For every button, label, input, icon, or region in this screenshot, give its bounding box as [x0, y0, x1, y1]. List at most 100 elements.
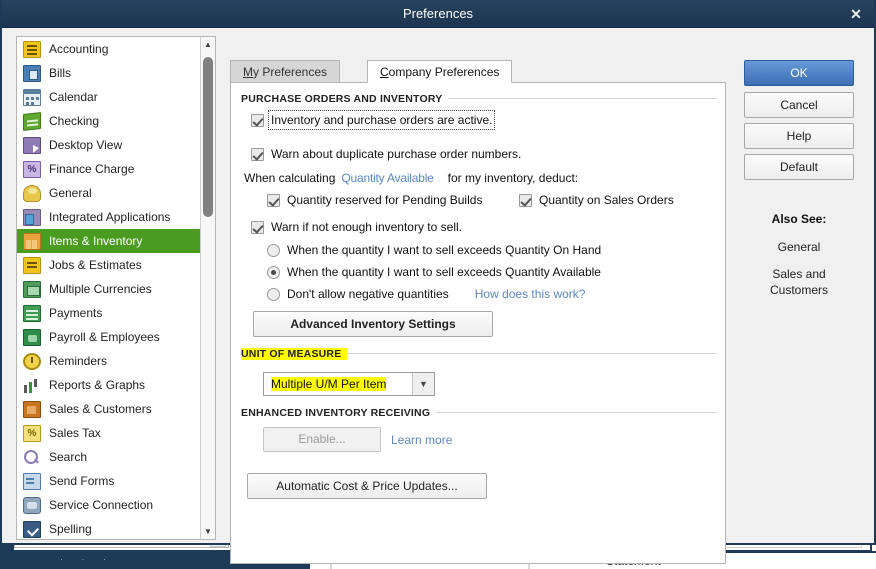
dialog-body: Accounting Bills Calendar Checking Desktop V… — [2, 28, 874, 564]
sidebar-item-sales-tax[interactable]: % Sales Tax — [17, 421, 201, 445]
desktop-view-icon — [23, 136, 41, 154]
triangle-down-icon[interactable]: ▼ — [201, 524, 215, 539]
sidebar-item-jobs-estimates[interactable]: Jobs & Estimates — [17, 253, 201, 277]
sidebar-item-label: Reminders — [49, 354, 108, 368]
deduct-sales-orders-label: Quantity on Sales Orders — [539, 193, 674, 207]
unit-of-measure-group-header: UNIT OF MEASURE — [241, 346, 717, 360]
sidebar-item-reminders[interactable]: Reminders — [17, 349, 201, 373]
tab-my-preferences[interactable]: My Preferences — [230, 60, 341, 83]
sidebar-item-integrated-applications[interactable]: Integrated Applications — [17, 205, 201, 229]
also-see-link-general[interactable]: General — [740, 240, 858, 254]
learn-more-link[interactable]: Learn more — [391, 433, 452, 447]
background-tab-dots: · · · — [60, 554, 114, 564]
unit-of-measure-group: UNIT OF MEASURE Multiple U/M Per Item ▼ — [241, 346, 717, 396]
warn-option-available-radio[interactable] — [267, 265, 280, 279]
inventory-active-checkbox[interactable] — [251, 113, 264, 127]
automatic-cost-price-updates-button[interactable]: Automatic Cost & Price Updates... — [247, 473, 487, 499]
sidebar-item-calendar[interactable]: Calendar — [17, 85, 201, 109]
sidebar-item-spelling[interactable]: Spelling — [17, 517, 201, 539]
sidebar-item-desktop-view[interactable]: Desktop View — [17, 133, 201, 157]
finance-charge-icon: % — [23, 160, 41, 178]
ok-button[interactable]: OK — [744, 60, 854, 86]
tab-company-preferences[interactable]: Company Preferences — [367, 60, 513, 83]
default-button[interactable]: Default — [744, 154, 854, 180]
sidebar-item-general[interactable]: General — [17, 181, 201, 205]
warn-duplicate-po-row[interactable]: Warn about duplicate purchase order numb… — [251, 147, 521, 161]
sidebar-item-payroll-employees[interactable]: Payroll & Employees — [17, 325, 201, 349]
help-button[interactable]: Help — [744, 123, 854, 149]
warn-option-on-hand-radio[interactable] — [267, 243, 280, 257]
warn-not-enough-label: Warn if not enough inventory to sell. — [271, 220, 462, 234]
sidebar-item-reports-graphs[interactable]: Reports & Graphs — [17, 373, 201, 397]
sidebar-item-label: Payments — [49, 306, 103, 320]
service-connection-icon — [23, 496, 41, 514]
dialog-title-bar: Preferences ✕ — [2, 0, 874, 28]
sidebar-item-label: Desktop View — [49, 138, 123, 152]
sales-customers-icon — [23, 400, 41, 418]
unit-of-measure-dropdown-value: Multiple U/M Per Item — [271, 377, 387, 391]
deduct-sales-orders-row[interactable]: Quantity on Sales Orders — [519, 193, 674, 207]
sidebar-item-service-connection[interactable]: Service Connection — [17, 493, 201, 517]
sidebar-item-send-forms[interactable]: Send Forms — [17, 469, 201, 493]
sidebar-item-label: Reports & Graphs — [49, 378, 146, 392]
sidebar-scrollbar-thumb[interactable] — [203, 57, 213, 217]
sidebar-item-label: Checking — [49, 114, 100, 128]
unit-of-measure-group-title: UNIT OF MEASURE — [241, 348, 348, 360]
warn-option-negative-label: Don't allow negative quantities — [287, 287, 449, 301]
advanced-inventory-settings-button[interactable]: Advanced Inventory Settings — [253, 311, 493, 337]
preferences-category-list[interactable]: Accounting Bills Calendar Checking Desktop V… — [16, 36, 216, 540]
enhanced-inventory-group-title: ENHANCED INVENTORY RECEIVING — [241, 407, 437, 419]
unit-of-measure-dropdown[interactable]: Multiple U/M Per Item ▼ — [263, 372, 435, 396]
sidebar-item-label: Send Forms — [49, 474, 115, 488]
sidebar-scrollbar[interactable]: ▲ ▼ — [200, 37, 215, 539]
warn-option-negative-row[interactable]: Don't allow negative quantities How does… — [267, 287, 585, 301]
quantity-available-link[interactable]: Quantity Available — [341, 171, 433, 185]
triangle-up-icon[interactable]: ▲ — [201, 37, 215, 52]
also-see-label: Also See: — [771, 212, 827, 226]
payroll-employees-icon — [23, 328, 41, 346]
inventory-active-row[interactable]: Inventory and purchase orders are active… — [251, 110, 496, 130]
warn-not-enough-row[interactable]: Warn if not enough inventory to sell. — [251, 220, 462, 234]
deduct-pending-builds-checkbox[interactable] — [267, 193, 280, 207]
deduct-pending-builds-label: Quantity reserved for Pending Builds — [287, 193, 483, 207]
purchase-orders-group: PURCHASE ORDERS AND INVENTORY — [241, 91, 717, 105]
accounting-icon — [23, 40, 41, 58]
send-forms-icon — [23, 472, 41, 490]
sidebar-item-search[interactable]: Search — [17, 445, 201, 469]
checking-icon — [23, 111, 41, 131]
close-icon[interactable]: ✕ — [844, 4, 868, 24]
deduct-sales-orders-checkbox[interactable] — [519, 193, 532, 207]
sidebar-item-label: Bills — [49, 66, 72, 80]
enable-button[interactable]: Enable... — [263, 427, 381, 452]
sidebar-item-finance-charge[interactable]: % Finance Charge — [17, 157, 201, 181]
sidebar-item-items-inventory[interactable]: Items & Inventory — [17, 229, 201, 253]
sidebar-item-label: Search — [49, 450, 88, 464]
warn-option-negative-radio[interactable] — [267, 287, 280, 301]
enhanced-inventory-group-header: ENHANCED INVENTORY RECEIVING — [241, 405, 717, 419]
warn-not-enough-checkbox[interactable] — [251, 220, 264, 234]
sidebar-item-label: Service Connection — [49, 498, 154, 512]
sidebar-item-sales-customers[interactable]: Sales & Customers — [17, 397, 201, 421]
sidebar-item-bills[interactable]: Bills — [17, 61, 201, 85]
sidebar-item-payments[interactable]: Payments — [17, 301, 201, 325]
cancel-button[interactable]: Cancel — [744, 92, 854, 118]
deduct-pending-builds-row[interactable]: Quantity reserved for Pending Builds — [267, 193, 482, 207]
tab-my-preferences-mnemonic: M — [243, 65, 253, 79]
chevron-down-icon[interactable]: ▼ — [412, 373, 434, 395]
sidebar-item-label: Sales Tax — [49, 426, 101, 440]
also-see-link-sales-and-customers[interactable]: Sales and Customers — [740, 266, 858, 298]
sidebar-item-label: Multiple Currencies — [49, 282, 152, 296]
search-icon — [23, 449, 41, 466]
warn-option-available-row[interactable]: When the quantity I want to sell exceeds… — [267, 265, 601, 279]
sidebar-items-container: Accounting Bills Calendar Checking Desktop V… — [17, 37, 201, 539]
when-calculating-suffix: for my inventory, deduct: — [447, 171, 579, 185]
how-does-this-work-link[interactable]: How does this work? — [475, 287, 586, 301]
sidebar-item-multiple-currencies[interactable]: Multiple Currencies — [17, 277, 201, 301]
tab-company-preferences-label: ompany Preferences — [388, 65, 500, 79]
sidebar-item-checking[interactable]: Checking — [17, 109, 201, 133]
sidebar-item-accounting[interactable]: Accounting — [17, 37, 201, 61]
warn-option-on-hand-row[interactable]: When the quantity I want to sell exceeds… — [267, 243, 601, 257]
purchase-orders-group-title: PURCHASE ORDERS AND INVENTORY — [241, 93, 449, 105]
warn-duplicate-po-checkbox[interactable] — [251, 147, 264, 161]
inventory-active-label: Inventory and purchase orders are active… — [267, 110, 496, 130]
